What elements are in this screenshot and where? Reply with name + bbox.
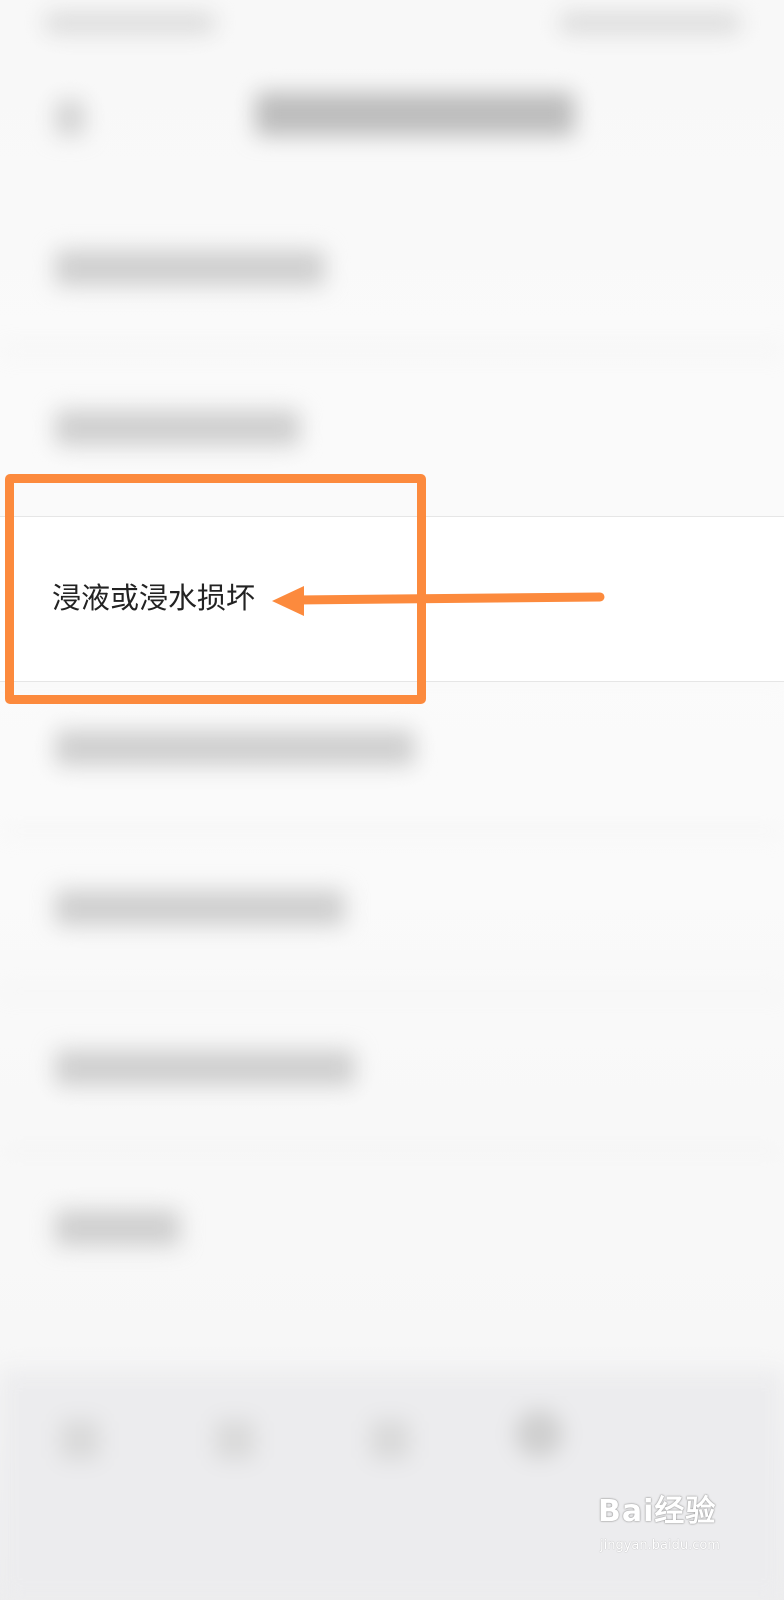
issue-list [0,190,784,1350]
back-icon[interactable] [55,100,85,136]
status-time-blur [45,12,215,34]
list-item-label-blur [55,890,345,926]
status-icons-blur [560,12,740,34]
watermark-brand: Bai经验 [598,1494,717,1529]
status-bar [0,0,784,50]
toolbar-icon[interactable] [515,1410,563,1458]
screen: 浸液或浸水损坏 Bai经验 jingyan.baidu.com [0,0,784,1600]
list-item[interactable] [0,1150,784,1310]
toolbar-icon[interactable] [215,1420,255,1460]
toolbar-icon[interactable] [370,1420,410,1460]
list-item[interactable] [0,990,784,1150]
arrow-left-icon [272,586,605,616]
list-item-label-blur [55,250,325,286]
watermark-url: jingyan.baidu.com [600,1538,720,1553]
list-item-label-blur [55,1050,355,1086]
list-item[interactable] [0,190,784,350]
baidu-jingyan-watermark: Bai经验 jingyan.baidu.com [598,1486,744,1566]
list-item-label-blur [55,730,415,766]
page-title-blur [255,92,575,136]
list-item[interactable] [0,830,784,990]
toolbar-icon[interactable] [60,1420,100,1460]
header [0,50,784,190]
blurred-background [0,0,784,1600]
list-item-label-blur [55,1210,180,1246]
list-item-label-blur [55,410,300,446]
